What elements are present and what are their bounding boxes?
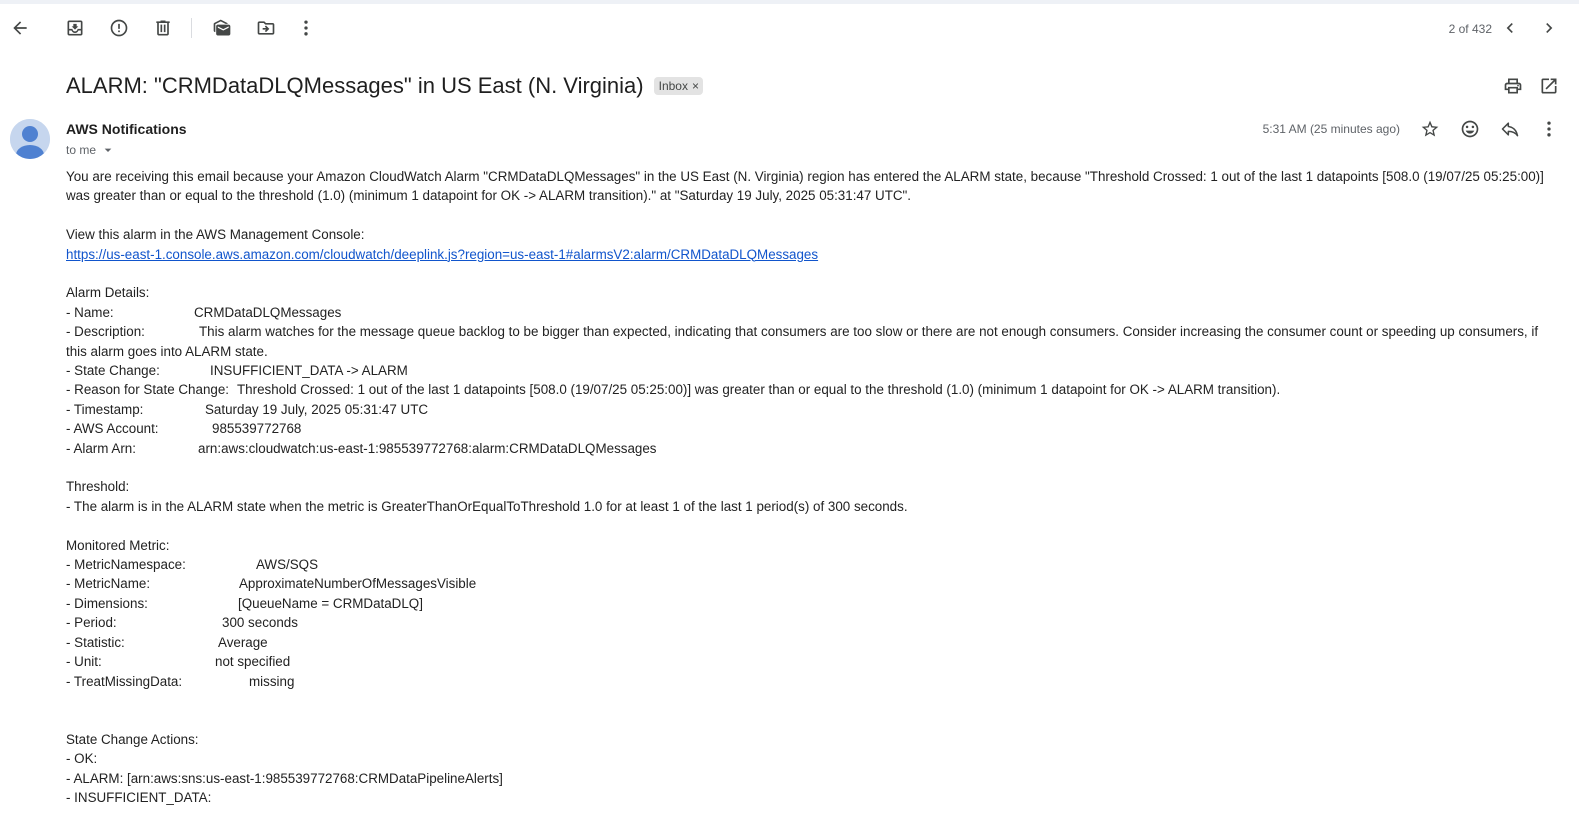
detail-row-state-change: - State Change: INSUFFICIENT_DATA -> ALAR… — [66, 363, 408, 379]
metric-row-unit: - Unit: not specified — [66, 654, 291, 670]
reply-icon — [1501, 122, 1519, 137]
received-time: 5:31 AM (25 minutes ago) — [1262, 122, 1400, 136]
metric-row-missing-data: - TreatMissingData: missing — [66, 673, 295, 689]
emoji-icon — [1461, 120, 1479, 138]
email-subject: ALARM: "CRMDataDLQMessages" in US East (… — [66, 73, 644, 98]
detail-row-reason: - Reason for State Change: Threshold Cros… — [66, 382, 1281, 398]
detail-row-timestamp: - Timestamp: Saturday 19 July, 2025 05:31… — [66, 401, 429, 417]
metric-row-namespace: - MetricNamespace: AWS/SQS — [66, 557, 319, 573]
subject-row: ALARM: "CRMDataDLQMessages" in US East (… — [66, 70, 703, 102]
threshold-heading: Threshold: — [66, 479, 130, 495]
recipient-details-toggle[interactable]: to me — [66, 142, 116, 158]
sender-name[interactable]: AWS Notifications — [66, 121, 187, 137]
newer-button[interactable] — [1494, 12, 1526, 44]
remove-label-button[interactable]: × — [692, 79, 699, 93]
chevron-right-icon — [1546, 23, 1553, 33]
mark-unread-button[interactable] — [206, 12, 238, 44]
more-vert-icon — [304, 20, 308, 36]
back-button[interactable] — [4, 12, 36, 44]
move-to-button[interactable] — [250, 12, 282, 44]
print-icon — [1504, 78, 1522, 94]
detail-row-account: - AWS Account: 985539772768 — [66, 421, 302, 437]
add-reaction-button[interactable] — [1458, 117, 1482, 141]
chevron-left-icon — [1506, 23, 1513, 33]
sender-avatar[interactable] — [10, 119, 50, 159]
metric-row-statistic: - Statistic: Average — [66, 634, 268, 650]
older-button[interactable] — [1533, 12, 1565, 44]
archive-icon — [67, 20, 83, 36]
archive-button[interactable] — [59, 12, 91, 44]
report-icon — [110, 19, 128, 37]
mark-unread-icon — [213, 19, 231, 36]
top-border — [0, 0, 1579, 4]
label-chip-text: Inbox — [658, 79, 688, 93]
threshold-text: - The alarm is in the ALARM state when t… — [66, 498, 908, 514]
delete-button[interactable] — [147, 12, 179, 44]
metric-row-period: - Period: 300 seconds — [66, 615, 298, 631]
console-link[interactable]: https://us-east-1.console.aws.amazon.com… — [66, 247, 818, 262]
metric-row-dimensions: - Dimensions: [QueueName = CRMDataDLQ] — [66, 595, 423, 611]
detail-row-name: - Name: CRMDataDLQMessages — [66, 304, 342, 320]
label-chip-inbox[interactable]: Inbox × — [653, 77, 703, 95]
pager-count: 2 of 432 — [1448, 22, 1492, 36]
action-row-alarm: - ALARM: [arn:aws:sns:us-east-1:98553977… — [66, 770, 503, 786]
message-toolbar: 2 of 432 — [0, 8, 1579, 48]
console-label: View this alarm in the AWS Management Co… — [66, 227, 365, 243]
star-button[interactable] — [1418, 117, 1442, 141]
intro-paragraph: You are receiving this email because you… — [66, 169, 1544, 204]
email-body: You are receiving this email because you… — [66, 167, 1556, 807]
report-spam-button[interactable] — [103, 12, 135, 44]
caret-down-icon — [104, 148, 112, 152]
detail-row-description: - Description: This alarm watches for the… — [66, 324, 1539, 359]
open-in-new-icon — [1541, 78, 1557, 94]
arrow-left-icon — [13, 21, 27, 35]
default-avatar-icon — [10, 119, 50, 159]
recipient-text: to me — [66, 143, 97, 157]
metric-heading: Monitored Metric: — [66, 537, 170, 553]
star-icon — [1421, 120, 1439, 137]
alarm-details-heading: Alarm Details: — [66, 285, 150, 301]
trash-icon — [156, 20, 170, 36]
print-button[interactable] — [1501, 74, 1525, 98]
actions-heading: State Change Actions: — [66, 731, 199, 747]
detail-row-arn: - Alarm Arn: arn:aws:cloudwatch:us-east-1… — [66, 440, 657, 456]
more-actions-button[interactable] — [290, 12, 322, 44]
message-more-button[interactable] — [1537, 117, 1561, 141]
action-row-ok: - OK: — [66, 751, 98, 767]
move-to-folder-icon — [257, 21, 275, 35]
toolbar-divider — [191, 18, 192, 38]
open-new-window-button[interactable] — [1537, 74, 1561, 98]
metric-row-name: - MetricName: ApproximateNumberOfMessages… — [66, 576, 477, 592]
action-row-insufficient: - INSUFFICIENT_DATA: — [66, 789, 212, 805]
more-vert-icon — [1547, 121, 1551, 137]
reply-button[interactable] — [1498, 117, 1522, 141]
